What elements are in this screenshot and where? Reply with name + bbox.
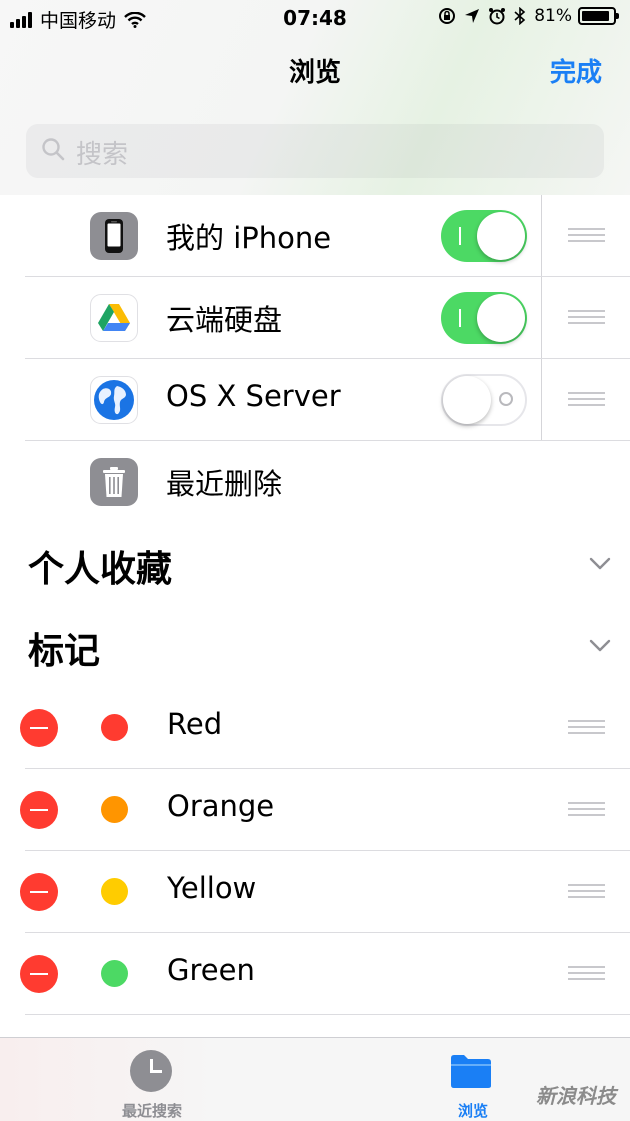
tag-row[interactable]: Red — [0, 687, 630, 769]
watermark-text: 新浪科技 — [536, 1084, 616, 1108]
tag-label: Red — [167, 707, 223, 741]
trash-icon — [90, 458, 138, 506]
tag-row[interactable]: Green — [0, 933, 630, 1015]
location-label: 我的 iPhone — [166, 221, 332, 255]
delete-tag-button[interactable] — [20, 955, 58, 993]
search-input[interactable]: 搜索 — [26, 124, 604, 178]
location-icon — [465, 9, 480, 23]
google-drive-icon — [90, 294, 138, 342]
battery-percent: 81% — [534, 6, 572, 26]
location-row-recently-deleted[interactable]: 最近删除 — [0, 441, 630, 523]
section-tags[interactable]: 标记 — [28, 622, 100, 674]
reorder-handle-icon[interactable] — [568, 392, 605, 408]
reorder-handle-icon[interactable] — [568, 884, 605, 900]
reorder-handle-icon[interactable] — [568, 720, 605, 736]
tab-bar: 最近搜索 浏览 新浪科技 — [0, 1037, 630, 1121]
tag-row[interactable]: Orange — [0, 769, 630, 851]
chevron-down-icon[interactable] — [588, 633, 612, 657]
tab-label: 浏览 — [457, 1102, 488, 1120]
clock-icon — [130, 1050, 172, 1092]
reorder-handle-icon[interactable] — [568, 310, 605, 326]
tag-color-dot — [101, 796, 128, 823]
location-label: 最近删除 — [166, 467, 283, 501]
location-row-server[interactable]: OS X Server — [0, 359, 630, 441]
bluetooth-icon — [514, 7, 526, 25]
tag-label: Green — [167, 953, 255, 987]
tag-color-dot — [101, 714, 128, 741]
reorder-handle-icon[interactable] — [568, 966, 605, 982]
status-bar: 中国移动 07:48 81% — [0, 0, 630, 36]
tag-color-dot — [101, 960, 128, 987]
delete-tag-button[interactable] — [20, 791, 58, 829]
globe-icon — [90, 376, 138, 424]
delete-tag-button[interactable] — [20, 709, 58, 747]
tab-label: 最近搜索 — [121, 1102, 182, 1120]
location-label: OS X Server — [166, 379, 341, 413]
iphone-icon — [90, 212, 138, 260]
folder-icon — [451, 1055, 491, 1088]
tag-label: Orange — [167, 789, 275, 823]
search-placeholder: 搜索 — [76, 140, 129, 170]
server-toggle[interactable] — [441, 374, 527, 426]
battery-icon — [578, 7, 619, 25]
reorder-handle-icon[interactable] — [568, 802, 605, 818]
tag-row[interactable]: Yellow — [0, 851, 630, 933]
drive-toggle[interactable] — [441, 292, 527, 344]
location-row-iphone[interactable]: 我的 iPhone — [0, 195, 630, 277]
page-title: 浏览 — [288, 58, 341, 88]
rotation-lock-icon — [439, 8, 456, 24]
location-row-drive[interactable]: 云端硬盘 — [0, 277, 630, 359]
search-icon — [42, 138, 65, 161]
reorder-handle-icon[interactable] — [568, 228, 605, 244]
delete-tag-button[interactable] — [20, 873, 58, 911]
iphone-toggle[interactable] — [441, 210, 527, 262]
tag-label: Yellow — [167, 871, 257, 905]
alarm-icon — [489, 8, 506, 25]
location-label: 云端硬盘 — [166, 303, 283, 337]
tag-color-dot — [101, 878, 128, 905]
chevron-down-icon[interactable] — [588, 551, 612, 575]
done-button[interactable]: 完成 — [550, 52, 602, 89]
section-favorites[interactable]: 个人收藏 — [28, 540, 172, 592]
